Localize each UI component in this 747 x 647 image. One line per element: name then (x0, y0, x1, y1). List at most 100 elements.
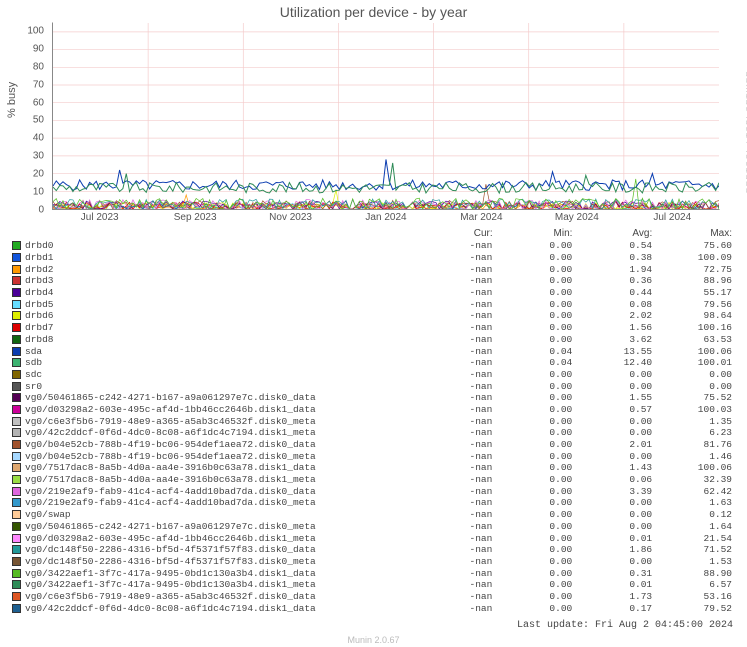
legend-swatch (12, 265, 21, 274)
legend-swatch (12, 428, 21, 437)
legend-max: 53.16 (652, 591, 732, 602)
x-tick: Jan 2024 (365, 212, 406, 223)
legend-min: 0.00 (492, 591, 572, 602)
legend-swatch (12, 522, 21, 531)
legend-min: 0.00 (492, 533, 572, 544)
legend-name: vg0/50461865-c242-4271-b167-a9a061297e7c… (25, 392, 412, 403)
legend-row: drbd8-nan0.003.6263.53 (12, 334, 732, 346)
legend-swatch (12, 569, 21, 578)
legend-avg: 0.36 (572, 275, 652, 286)
legend-avg: 1.43 (572, 462, 652, 473)
legend-avg: 0.00 (572, 381, 652, 392)
legend-avg: 0.08 (572, 299, 652, 310)
legend-avg: 3.39 (572, 486, 652, 497)
legend-cur: -nan (412, 591, 492, 602)
legend-max: 32.39 (652, 474, 732, 485)
legend-cur: -nan (412, 497, 492, 508)
y-tick: 0 (38, 205, 44, 216)
y-tick: 60 (33, 97, 44, 108)
x-tick: Nov 2023 (269, 212, 312, 223)
x-tick: Jul 2023 (81, 212, 119, 223)
last-update: Last update: Fri Aug 2 04:45:00 2024 (517, 620, 733, 631)
legend-name: drbd1 (25, 252, 412, 263)
legend-cur: -nan (412, 544, 492, 555)
legend-row: sdc-nan0.000.000.00 (12, 369, 732, 381)
legend-avg: 1.86 (572, 544, 652, 555)
legend-row: drbd1-nan0.000.38100.09 (12, 252, 732, 264)
legend-cur: -nan (412, 240, 492, 251)
legend-max: 100.01 (652, 357, 732, 368)
legend-row: vg0/7517dac8-8a5b-4d0a-aa4e-3916b0c63a78… (12, 462, 732, 474)
legend-avg: 0.17 (572, 603, 652, 614)
legend-max: 75.52 (652, 392, 732, 403)
y-tick: 70 (33, 79, 44, 90)
legend-cur: -nan (412, 369, 492, 380)
y-tick: 50 (33, 115, 44, 126)
legend-row: vg0/50461865-c242-4271-b167-a9a061297e7c… (12, 392, 732, 404)
legend-row: drbd5-nan0.000.0879.56 (12, 298, 732, 310)
legend-swatch (12, 510, 21, 519)
legend-avg: 1.55 (572, 392, 652, 403)
legend-cur: -nan (412, 392, 492, 403)
legend-swatch (12, 241, 21, 250)
legend-max: 6.23 (652, 427, 732, 438)
legend-swatch (12, 580, 21, 589)
legend-min: 0.00 (492, 252, 572, 263)
legend-name: vg0/7517dac8-8a5b-4d0a-aa4e-3916b0c63a78… (25, 462, 412, 473)
legend-row: drbd2-nan0.001.9472.75 (12, 263, 732, 275)
legend-max: 0.00 (652, 381, 732, 392)
legend-name: vg0/swap (25, 509, 412, 520)
legend-avg: 0.38 (572, 252, 652, 263)
legend-swatch (12, 382, 21, 391)
y-axis-ticks: 0102030405060708090100 (0, 22, 48, 210)
legend-cur: -nan (412, 427, 492, 438)
legend-min: 0.00 (492, 310, 572, 321)
legend-max: 98.64 (652, 310, 732, 321)
legend-row: vg0/b04e52cb-788b-4f19-bc06-954def1aea72… (12, 439, 732, 451)
legend-max: 1.46 (652, 451, 732, 462)
x-tick: Jul 2024 (653, 212, 691, 223)
legend-cur: -nan (412, 252, 492, 263)
y-tick: 90 (33, 43, 44, 54)
legend-name: sdc (25, 369, 412, 380)
legend-min: 0.00 (492, 392, 572, 403)
legend-avg: 0.06 (572, 474, 652, 485)
legend-max: 0.12 (652, 509, 732, 520)
legend-header: Cur: Min: Avg: Max: (12, 228, 732, 239)
legend-max: 1.53 (652, 556, 732, 567)
legend-max: 72.75 (652, 264, 732, 275)
legend-swatch (12, 311, 21, 320)
legend-avg: 2.02 (572, 310, 652, 321)
chart-title: Utilization per device - by year (0, 4, 747, 20)
legend-cur: -nan (412, 521, 492, 532)
legend-max: 88.90 (652, 568, 732, 579)
legend-cur: -nan (412, 416, 492, 427)
legend-max: 100.03 (652, 404, 732, 415)
legend-row: vg0/50461865-c242-4271-b167-a9a061297e7c… (12, 521, 732, 533)
munin-version: Munin 2.0.67 (0, 635, 747, 645)
legend-name: vg0/7517dac8-8a5b-4d0a-aa4e-3916b0c63a78… (25, 474, 412, 485)
legend-row: vg0/7517dac8-8a5b-4d0a-aa4e-3916b0c63a78… (12, 474, 732, 486)
legend-avg: 1.73 (572, 591, 652, 602)
legend-swatch (12, 253, 21, 262)
col-min: Min: (493, 228, 573, 239)
legend-row: vg0/d03298a2-603e-495c-af4d-1bb46cc2646b… (12, 404, 732, 416)
legend-name: vg0/dc148f50-2286-4316-bf5d-4f5371f57f83… (25, 544, 412, 555)
legend-avg: 3.62 (572, 334, 652, 345)
legend-name: drbd4 (25, 287, 412, 298)
legend-avg: 0.00 (572, 369, 652, 380)
legend-min: 0.00 (492, 474, 572, 485)
legend-name: vg0/3422aef1-3f7c-417a-9495-0bd1c130a3b4… (25, 579, 412, 590)
legend-min: 0.04 (492, 357, 572, 368)
legend-name: drbd8 (25, 334, 412, 345)
legend-cur: -nan (412, 462, 492, 473)
legend-min: 0.00 (492, 240, 572, 251)
legend-cur: -nan (412, 357, 492, 368)
plot-area (52, 22, 720, 210)
legend-name: drbd0 (25, 240, 412, 251)
legend-row: vg0/3422aef1-3f7c-417a-9495-0bd1c130a3b4… (12, 567, 732, 579)
legend-min: 0.00 (492, 287, 572, 298)
legend-cur: -nan (412, 486, 492, 497)
legend-swatch (12, 498, 21, 507)
legend-avg: 12.40 (572, 357, 652, 368)
